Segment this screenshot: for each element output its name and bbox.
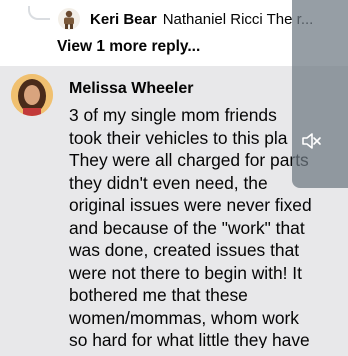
reply-preview[interactable]: Keri Bear Nathaniel Ricci The r... [58,8,313,30]
reply-avatar[interactable] [58,8,80,30]
comment-author[interactable]: Melissa Wheeler [69,80,194,98]
reply-text: Nathaniel Ricci The r... [162,10,314,28]
view-more-replies-link[interactable]: View 1 more reply... [57,38,200,56]
muted-speaker-icon[interactable] [300,130,322,152]
reply-thread-connector [28,6,50,20]
video-overlay[interactable] [292,0,348,188]
commenter-avatar[interactable] [11,74,53,116]
reply-author[interactable]: Keri Bear [90,11,157,28]
